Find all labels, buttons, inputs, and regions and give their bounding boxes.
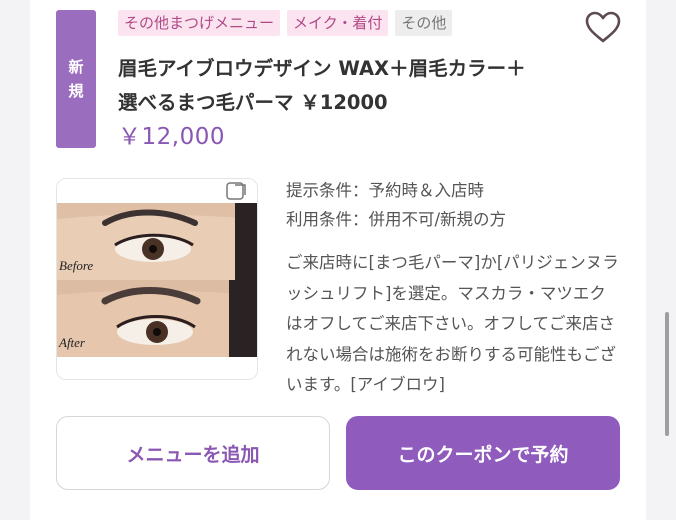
before-label: Before [59, 258, 93, 273]
tag-makeup: メイク・着付 [287, 10, 389, 36]
use-condition: 利用条件：併用不可/新規の方 [286, 210, 507, 229]
category-tags: その他まつげメニュー メイク・着付 その他 [118, 10, 453, 36]
coupon-description: ご来店時に[まつ毛パーマ]か[パリジェンヌラッシュリフト]を選定。マスカラ・マツ… [286, 253, 619, 394]
present-condition: 提示条件：予約時＆入店時 [286, 181, 484, 200]
new-customer-badge: 新 規 [56, 10, 96, 148]
coupon-title-line1: 眉毛アイブロウデザイン WAX＋眉毛カラー＋ [118, 57, 526, 80]
tag-eyelash-other: その他まつげメニュー [118, 10, 281, 36]
badge-char-2: 規 [68, 82, 84, 100]
heart-outline-icon[interactable] [584, 10, 622, 44]
before-after-photo[interactable]: Before After [56, 178, 258, 380]
badge-char-1: 新 [68, 58, 84, 76]
reserve-with-coupon-button[interactable]: このクーポンで予約 [346, 416, 620, 490]
coupon-title[interactable]: 眉毛アイブロウデザイン WAX＋眉毛カラー＋ 選べるまつ毛パーマ ￥12000 [118, 52, 578, 120]
coupon-price: ￥12,000 [118, 124, 225, 150]
coupon-conditions: 提示条件：予約時＆入店時 利用条件：併用不可/新規の方 [286, 176, 506, 234]
coupon-title-line2: 選べるまつ毛パーマ ￥12000 [118, 91, 388, 114]
scrollbar[interactable] [665, 312, 669, 436]
add-menu-button[interactable]: メニューを追加 [56, 416, 330, 490]
after-label: After [58, 335, 86, 350]
tag-other: その他 [395, 10, 453, 36]
